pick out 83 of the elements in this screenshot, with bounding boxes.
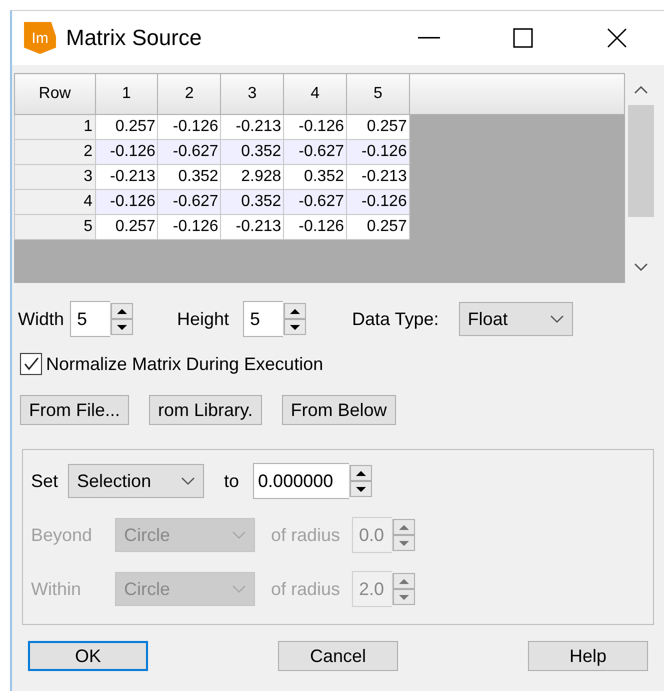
table-cell[interactable]: -0.126 [158,214,221,240]
source-button[interactable]: From Below [282,395,396,425]
triangle-down-icon [355,486,368,492]
data-type-label: Data Type: [352,308,439,330]
app-icon: Im [24,22,56,54]
table-cell[interactable]: 0.352 [158,164,221,190]
table-cell[interactable]: -0.126 [284,114,346,140]
table-cell[interactable]: 0.257 [95,114,158,140]
table-cell[interactable]: 0.352 [284,164,346,190]
chevron-down-icon [232,584,246,594]
table-cell[interactable]: 0.352 [220,190,284,214]
spin-down-button[interactable] [284,319,306,335]
source-button[interactable]: rom Library. [149,395,262,425]
column-header[interactable]: 4 [284,74,346,114]
source-button[interactable]: From File... [20,395,130,425]
width-field[interactable]: 5 [70,301,110,337]
table-cell[interactable]: -0.126 [158,114,221,140]
table-cell[interactable]: -0.126 [95,140,158,164]
triangle-down-icon [398,594,410,600]
table-cell[interactable]: 2.928 [220,164,284,190]
triangle-down-icon [289,324,302,330]
chevron-down-icon [181,476,196,486]
condition-label: Beyond [31,524,94,546]
table-cell[interactable]: 0.257 [346,214,410,240]
table-cell[interactable]: -0.627 [284,140,346,164]
column-header[interactable]: 5 [346,74,410,114]
spin-up-button[interactable] [350,465,372,481]
table-cell[interactable]: 0.257 [346,114,410,140]
table-cell[interactable]: -0.126 [95,190,158,214]
column-header[interactable]: Row [14,74,96,114]
row-number: 4 [14,190,96,214]
dialog-button[interactable]: OK [28,641,148,671]
spin-up-button[interactable] [284,303,306,319]
maximize-icon [513,28,533,48]
chevron-down-icon [550,314,564,324]
row-number: 3 [14,164,96,190]
triangle-up-icon [289,308,302,314]
normalize-checkbox[interactable] [20,353,42,375]
target-dropdown[interactable]: Selection [68,464,204,498]
triangle-up-icon [398,578,410,584]
data-type-dropdown[interactable]: Float [458,302,573,336]
table-cell[interactable]: 0.257 [95,214,158,240]
spin-down-button[interactable] [350,481,372,497]
set-label: Set [31,470,58,492]
table-cell[interactable]: -0.627 [284,190,346,214]
minimize-icon [418,37,440,39]
row-number: 1 [14,114,96,140]
table-cell[interactable]: -0.126 [284,214,346,240]
value-field[interactable]: 0.000000 [253,463,350,499]
table-cell[interactable]: -0.213 [220,114,284,140]
table-cell[interactable]: -0.627 [158,190,221,214]
row-number: 5 [14,214,96,240]
table-cell[interactable]: -0.213 [95,164,158,190]
radius-label: of radius [271,578,340,600]
window-title: Matrix Source [66,25,203,51]
column-header[interactable]: 3 [220,74,284,114]
table-cell[interactable]: -0.627 [158,140,221,164]
dialog-button[interactable]: Cancel [278,641,398,671]
row-number: 2 [14,140,96,164]
dialog-button[interactable]: Help [528,641,648,671]
normalize-label: Normalize Matrix During Execution [46,354,324,374]
to-label: to [224,470,240,492]
column-header[interactable]: 1 [95,74,158,114]
table-cell[interactable]: -0.126 [346,190,410,214]
width-label: Width [18,308,64,330]
triangle-up-icon [116,308,128,314]
triangle-up-icon [355,470,368,476]
table-cell[interactable]: -0.213 [346,164,410,190]
spin-up-button[interactable] [111,303,134,319]
table-cell[interactable]: -0.126 [346,140,410,164]
radius-label: of radius [271,524,340,546]
height-label: Height [177,308,230,330]
condition-label: Within [31,578,82,600]
close-icon [607,28,627,48]
spin-down-button[interactable] [111,319,134,335]
triangle-down-icon [398,540,410,546]
triangle-up-icon [398,524,410,530]
column-header[interactable]: 2 [158,74,221,114]
table-cell[interactable]: -0.213 [220,214,284,240]
chevron-down-icon [232,530,246,540]
height-field[interactable]: 5 [243,301,284,337]
table-cell[interactable]: 0.352 [220,140,284,164]
triangle-down-icon [116,324,128,330]
